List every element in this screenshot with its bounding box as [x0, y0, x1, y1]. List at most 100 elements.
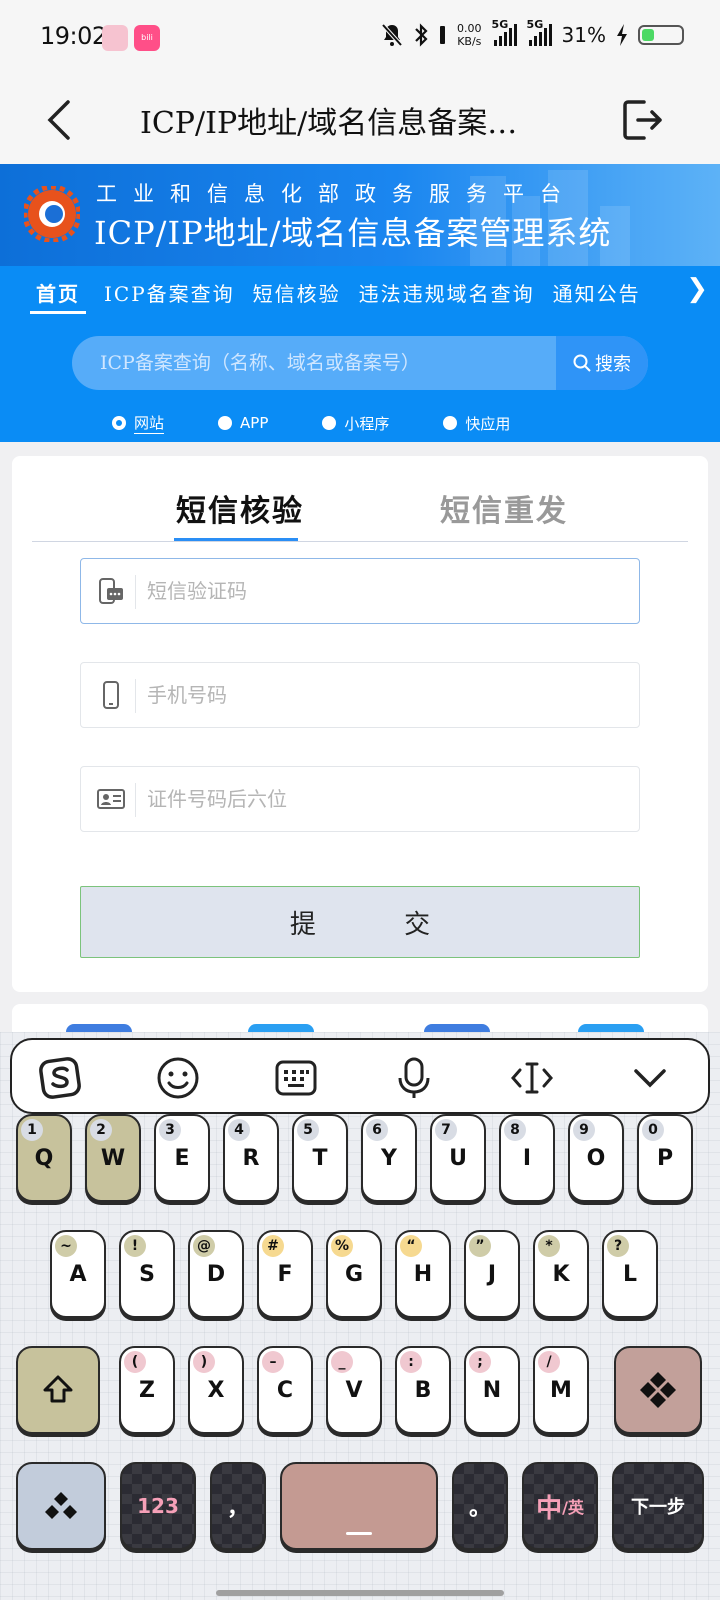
space-key[interactable]: [280, 1462, 438, 1550]
key-l[interactable]: ? L: [602, 1230, 658, 1318]
keyboard-layout-icon[interactable]: [274, 1056, 318, 1100]
key-x[interactable]: ) X: [188, 1346, 244, 1434]
key-i[interactable]: 8I: [499, 1114, 555, 1202]
tab-sms-verify[interactable]: 短信核验: [176, 486, 304, 530]
key-d[interactable]: @ D: [188, 1230, 244, 1318]
period-key[interactable]: 。: [452, 1462, 508, 1550]
diamond-grid-icon: [640, 1372, 676, 1408]
battery-percent: 31%: [561, 23, 606, 47]
next-step-key[interactable]: 下一步: [612, 1462, 704, 1550]
submit-button[interactable]: 提 交: [80, 886, 640, 958]
key-q[interactable]: 1Q: [16, 1114, 72, 1202]
key-label: S: [139, 1261, 155, 1287]
back-icon[interactable]: [40, 98, 84, 142]
key-v[interactable]: _ V: [326, 1346, 382, 1434]
key-alt-label: :: [400, 1351, 422, 1373]
language-switch-key[interactable]: 中 /英: [522, 1462, 598, 1550]
backspace-key[interactable]: [614, 1346, 702, 1434]
key-e[interactable]: 3E: [154, 1114, 210, 1202]
radio-mini-program[interactable]: 小程序: [322, 412, 389, 434]
key-g[interactable]: % G: [326, 1230, 382, 1318]
bilibili-app-icon: bili: [134, 25, 160, 51]
lang-main-label: 中: [536, 1493, 563, 1524]
menu-item-icp-query[interactable]: ICP备案查询: [104, 278, 235, 314]
id-number-input[interactable]: [147, 767, 627, 831]
battery-icon: [638, 25, 684, 45]
microphone-icon[interactable]: [392, 1056, 436, 1100]
key-j[interactable]: ” J: [464, 1230, 520, 1318]
banner-title: ICP/IP地址/域名信息备案管理系统: [94, 214, 612, 252]
menu-item-sms-verify[interactable]: 短信核验: [253, 278, 341, 314]
comma-key[interactable]: ，: [210, 1462, 266, 1550]
radio-website[interactable]: 网站: [112, 412, 165, 434]
key-b[interactable]: :B: [395, 1346, 451, 1434]
key-w[interactable]: 2W: [85, 1114, 141, 1202]
key-y[interactable]: 6Y: [361, 1114, 417, 1202]
radio-dot: [218, 416, 233, 430]
radio-app[interactable]: APP: [218, 412, 268, 434]
system-banner: 工业和信息化部政务服务平台 ICP/IP地址/域名信息备案管理系统: [0, 164, 720, 266]
key-t[interactable]: 5T: [292, 1114, 348, 1202]
key-z[interactable]: (Z: [119, 1346, 175, 1434]
key-alt-label: ;: [469, 1351, 491, 1373]
key-label: D: [206, 1261, 226, 1287]
key-c[interactable]: – C: [257, 1346, 313, 1434]
key-p[interactable]: 0P: [637, 1114, 693, 1202]
number-switch-key[interactable]: 123: [120, 1462, 196, 1550]
key-k[interactable]: * K: [533, 1230, 589, 1318]
key-alt-label: !: [124, 1235, 146, 1257]
search-button[interactable]: 搜索: [556, 336, 648, 390]
notification-app-icon: [102, 25, 128, 51]
cursor-move-icon[interactable]: [510, 1056, 554, 1100]
key-o[interactable]: 9O: [568, 1114, 624, 1202]
key-label: A: [69, 1261, 87, 1287]
key-r[interactable]: 4R: [223, 1114, 279, 1202]
key-label: K: [552, 1261, 570, 1287]
field-separator: [135, 575, 136, 609]
menu-item-notice[interactable]: 通知公告: [553, 278, 641, 314]
menu-item-home[interactable]: 首页: [30, 278, 86, 314]
key-alt-label: 2: [90, 1119, 112, 1141]
phone-field: [80, 662, 640, 728]
key-a[interactable]: ~ A: [50, 1230, 106, 1318]
chevron-right-icon[interactable]: ❯: [686, 274, 708, 304]
field-separator: [135, 679, 136, 713]
emoji-icon[interactable]: [156, 1056, 200, 1100]
nav-header: ICP/IP地址/域名信息备案…: [0, 78, 720, 164]
keyboard-toolbar: [10, 1038, 710, 1114]
key-n[interactable]: ; N: [464, 1346, 520, 1434]
radio-dot: [443, 416, 458, 430]
phone-input[interactable]: [147, 663, 627, 727]
active-tab-indicator: [174, 538, 298, 541]
menu-item-illegal-domain[interactable]: 违法违规域名查询: [359, 278, 535, 314]
chevron-down-icon[interactable]: [628, 1056, 672, 1100]
key-alt-label: 5: [297, 1119, 319, 1141]
key-m[interactable]: / M: [533, 1346, 589, 1434]
radio-dot: [322, 416, 337, 430]
radio-label: 小程序: [344, 414, 390, 433]
shift-key[interactable]: [16, 1346, 100, 1434]
key-label: R: [242, 1145, 260, 1171]
key-label: H: [413, 1261, 433, 1287]
key-alt-label: ?: [607, 1235, 629, 1257]
key-u[interactable]: 7U: [430, 1114, 486, 1202]
tab-sms-resend[interactable]: 短信重发: [440, 486, 568, 530]
sms-code-input[interactable]: [147, 559, 627, 623]
radio-quick-app[interactable]: 快应用: [443, 412, 510, 434]
key-f[interactable]: # F: [257, 1230, 313, 1318]
home-indicator[interactable]: [216, 1590, 504, 1596]
exit-icon[interactable]: [620, 98, 664, 142]
lang-sub-label: /英: [562, 1498, 584, 1517]
search-input[interactable]: [72, 336, 556, 390]
key-h[interactable]: “H: [395, 1230, 451, 1318]
key-label: Q: [34, 1145, 54, 1171]
radio-label: 快应用: [465, 414, 511, 433]
battery-fill: [642, 29, 654, 41]
key-alt-label: ): [193, 1351, 215, 1373]
key-label: M: [550, 1377, 572, 1403]
key-s[interactable]: ! S: [119, 1230, 175, 1318]
key-label: P: [656, 1145, 674, 1171]
net-speed-value: 0.00: [457, 22, 482, 35]
symbol-switch-key[interactable]: [16, 1462, 106, 1550]
sogou-logo-icon[interactable]: [38, 1056, 82, 1100]
